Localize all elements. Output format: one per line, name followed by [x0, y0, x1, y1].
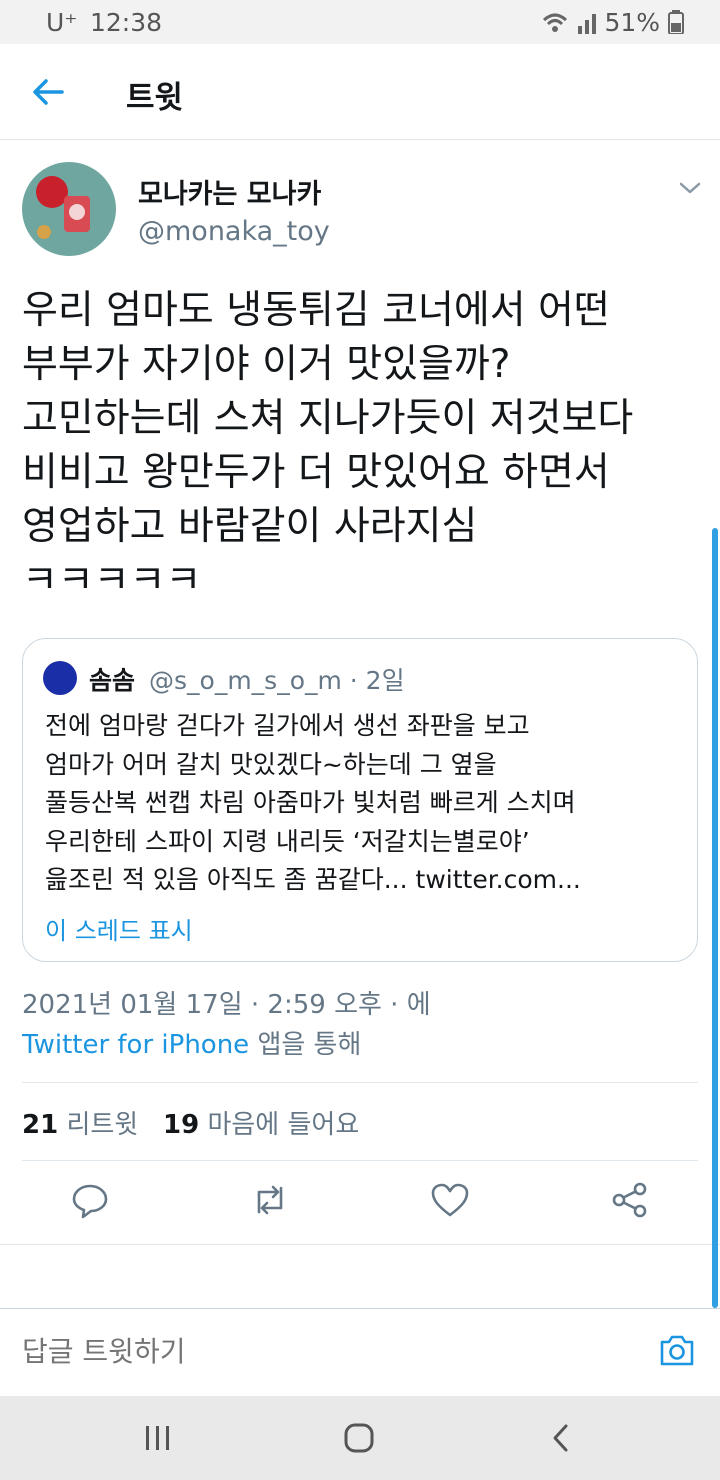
- reply-input[interactable]: [22, 1335, 622, 1368]
- wifi-signal-icon: [542, 13, 596, 34]
- battery-label: 51%: [604, 8, 684, 37]
- share-icon[interactable]: [610, 1180, 650, 1220]
- author-name[interactable]: 모나카는 모나카: [138, 172, 321, 211]
- divider: [22, 1082, 698, 1083]
- like-heart-icon[interactable]: [430, 1180, 470, 1220]
- avatar-image: [22, 162, 116, 256]
- likes-stat[interactable]: 19 마음에 들어요: [163, 1110, 359, 1140]
- tweet-source: Twitter for iPhone 앱을 통해: [22, 1024, 361, 1061]
- source-suffix: 앱을 통해: [249, 1030, 362, 1060]
- tweet-action-bar: [0, 1180, 720, 1228]
- chevron-down-icon[interactable]: [678, 176, 702, 200]
- top-app-bar: 트윗: [0, 44, 720, 140]
- retweet-label: 리트윗: [58, 1110, 139, 1140]
- scrollbar[interactable]: [712, 528, 718, 1308]
- tweet-timestamp: 2021년 01월 17일 · 2:59 오후 · 에: [22, 990, 431, 1020]
- clock: 12:38: [90, 8, 163, 37]
- reply-bar: [0, 1308, 720, 1396]
- divider: [22, 1160, 698, 1161]
- reply-icon[interactable]: [70, 1180, 110, 1220]
- tweet-text: 우리 엄마도 냉동튀김 코너에서 어떤 부부가 자기야 이거 맛있을까? 고민하…: [22, 288, 634, 603]
- status-bar: U⁺ 12:38 51%: [0, 0, 720, 44]
- carrier-label: U⁺: [46, 8, 78, 37]
- like-count: 19: [163, 1110, 200, 1140]
- engagement-stats: 21 리트윗 19 마음에 들어요: [22, 1104, 359, 1141]
- author-handle[interactable]: @monaka_toy: [138, 216, 330, 247]
- like-label: 마음에 들어요: [199, 1110, 360, 1140]
- quote-author-name: 솜솜: [89, 666, 136, 695]
- recent-apps-icon[interactable]: [142, 1422, 174, 1454]
- source-app-link[interactable]: Twitter for iPhone: [22, 1030, 249, 1060]
- system-navigation-bar: [0, 1396, 720, 1480]
- home-icon[interactable]: [343, 1422, 375, 1454]
- quote-author-handle: @s_o_m_s_o_m · 2일: [149, 666, 405, 695]
- system-back-icon[interactable]: [546, 1422, 578, 1454]
- quoted-tweet-card[interactable]: 솜솜 @s_o_m_s_o_m · 2일 전에 엄마랑 걷다가 길가에서 생선 …: [22, 638, 698, 962]
- show-thread-link[interactable]: 이 스레드 표시: [45, 911, 193, 946]
- camera-icon[interactable]: [658, 1331, 696, 1369]
- page-title: 트윗: [126, 80, 184, 116]
- battery-icon: [668, 10, 684, 35]
- content-spacer: [0, 1244, 720, 1308]
- retweet-count: 21: [22, 1110, 59, 1140]
- quote-text: 전에 엄마랑 걷다가 길가에서 생선 좌판을 보고 엄마가 어머 갈치 맛있겠다…: [45, 711, 581, 894]
- retweet-icon[interactable]: [250, 1180, 290, 1220]
- back-arrow-icon[interactable]: [30, 74, 66, 110]
- avatar[interactable]: [22, 162, 116, 256]
- quote-avatar: [43, 661, 77, 695]
- retweets-stat[interactable]: 21 리트윗: [22, 1110, 138, 1140]
